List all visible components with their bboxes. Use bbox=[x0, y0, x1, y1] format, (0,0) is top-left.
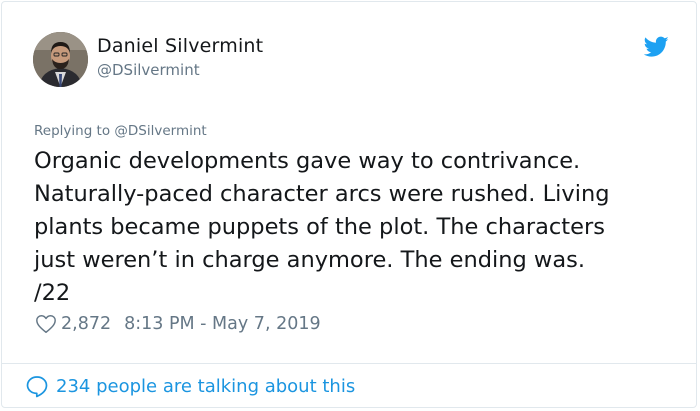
tweet-timestamp[interactable]: 8:13 PM - May 7, 2019 bbox=[124, 314, 321, 334]
author-handle[interactable]: @DSilvermint bbox=[97, 61, 200, 79]
speech-bubble-icon bbox=[26, 376, 48, 398]
like-count[interactable]: 2,872 bbox=[61, 314, 111, 334]
avatar[interactable] bbox=[33, 32, 88, 87]
twitter-bird-icon[interactable] bbox=[644, 36, 669, 58]
tweet-meta: 2,872 8:13 PM - May 7, 2019 bbox=[35, 313, 321, 335]
author-name[interactable]: Daniel Silvermint bbox=[97, 35, 263, 57]
tweet-card: Daniel Silvermint @DSilvermint Replying … bbox=[1, 1, 697, 408]
talking-about-link[interactable]: 234 people are talking about this bbox=[25, 374, 355, 398]
talking-about-text: 234 people are talking about this bbox=[56, 375, 356, 397]
divider bbox=[2, 363, 696, 364]
heart-outline-icon[interactable] bbox=[35, 313, 57, 335]
avatar-image bbox=[33, 32, 88, 87]
tweet-text: Organic developments gave way to contriv… bbox=[34, 148, 610, 306]
replying-to[interactable]: Replying to @DSilvermint bbox=[34, 123, 207, 139]
